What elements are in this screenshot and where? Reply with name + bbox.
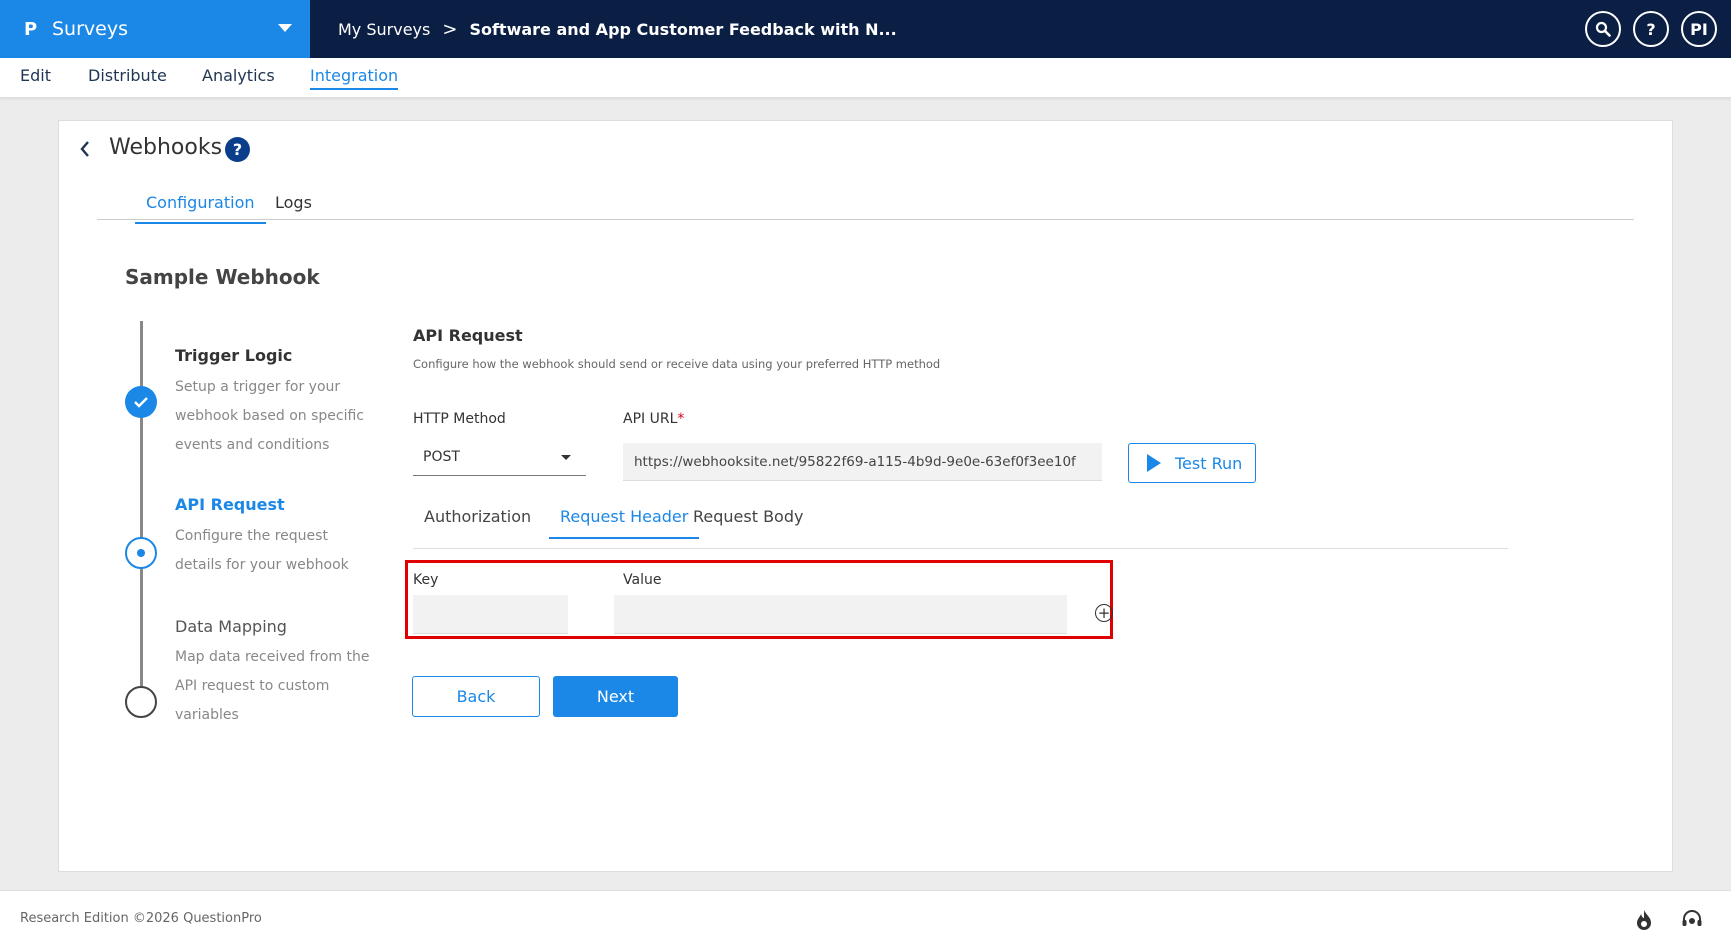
api-url-label: API URL* bbox=[623, 411, 684, 427]
test-run-button[interactable]: Test Run bbox=[1128, 443, 1256, 483]
avatar[interactable]: PI bbox=[1681, 11, 1717, 47]
nav-distribute[interactable]: Distribute bbox=[88, 66, 167, 88]
step-title-data-mapping[interactable]: Data Mapping bbox=[175, 617, 287, 636]
search-icon bbox=[1595, 21, 1611, 37]
back-button[interactable]: Back bbox=[412, 676, 540, 717]
brand-name: Surveys bbox=[52, 18, 128, 40]
key-label: Key bbox=[413, 572, 439, 588]
tab-authorization[interactable]: Authorization bbox=[413, 507, 542, 537]
chevron-right-icon: > bbox=[442, 18, 458, 40]
webhook-tabs: Configuration Logs bbox=[97, 179, 1634, 224]
nav-edit[interactable]: Edit bbox=[20, 66, 51, 88]
api-url-label-text: API URL bbox=[623, 411, 678, 427]
breadcrumb-current-survey: Software and App Customer Feedback with … bbox=[469, 19, 897, 39]
caret-down-icon bbox=[561, 455, 571, 460]
search-button[interactable] bbox=[1585, 11, 1621, 47]
form-subtitle: Configure how the webhook should send or… bbox=[413, 357, 941, 371]
tab-configuration[interactable]: Configuration bbox=[135, 193, 266, 224]
form-title: API Request bbox=[413, 326, 523, 345]
play-icon bbox=[1147, 454, 1161, 472]
required-mark: * bbox=[677, 411, 685, 427]
help-icon[interactable]: ? bbox=[225, 137, 250, 162]
nav-analytics[interactable]: Analytics bbox=[202, 66, 275, 88]
step-pending-icon bbox=[125, 686, 157, 718]
top-bar: P Surveys My Surveys > Software and App … bbox=[0, 0, 1731, 58]
http-method-value: POST bbox=[423, 449, 460, 465]
add-header-plus-icon[interactable]: + bbox=[1095, 604, 1113, 622]
api-url-input[interactable] bbox=[623, 443, 1102, 481]
footer-copyright: Research Edition ©2026 QuestionPro bbox=[20, 911, 262, 926]
footer: Research Edition ©2026 QuestionPro bbox=[0, 890, 1731, 946]
step-done-check-icon bbox=[125, 386, 157, 418]
back-chevron-icon[interactable] bbox=[79, 139, 91, 164]
product-switcher[interactable]: P Surveys bbox=[0, 0, 310, 58]
breadcrumb: My Surveys > Software and App Customer F… bbox=[338, 0, 897, 58]
webhook-name: Sample Webhook bbox=[125, 265, 320, 289]
secondary-nav: Edit Distribute Analytics Integration bbox=[0, 58, 1731, 98]
test-run-label: Test Run bbox=[1175, 453, 1243, 473]
step-title-api-request[interactable]: API Request bbox=[175, 495, 285, 514]
step-desc-data-mapping: Map data received from the API request t… bbox=[175, 649, 370, 723]
help-button[interactable]: ? bbox=[1633, 11, 1669, 47]
step-current-icon bbox=[125, 537, 157, 569]
header-key-input[interactable] bbox=[413, 595, 568, 634]
value-label: Value bbox=[623, 572, 662, 588]
tab-request-body[interactable]: Request Body bbox=[682, 507, 803, 537]
step-desc-trigger-logic: Setup a trigger for your webhook based o… bbox=[175, 379, 365, 453]
webhook-card: Webhooks ? Configuration Logs Sample Web… bbox=[58, 120, 1673, 872]
request-tabs-divider bbox=[413, 548, 1508, 549]
page-title: Webhooks bbox=[109, 135, 223, 160]
http-method-label: HTTP Method bbox=[413, 411, 506, 427]
flame-icon[interactable] bbox=[1633, 909, 1655, 931]
tab-logs[interactable]: Logs bbox=[275, 193, 312, 222]
caret-down-icon bbox=[278, 24, 292, 32]
nav-integration[interactable]: Integration bbox=[310, 66, 399, 90]
breadcrumb-my-surveys[interactable]: My Surveys bbox=[338, 20, 430, 39]
tab-request-header[interactable]: Request Header bbox=[549, 507, 700, 539]
brand-logo: P bbox=[24, 18, 38, 40]
support-headset-icon[interactable] bbox=[1681, 909, 1703, 931]
http-method-select[interactable]: POST bbox=[413, 439, 586, 476]
stepper-line bbox=[140, 321, 143, 711]
header-value-input[interactable] bbox=[614, 595, 1067, 634]
next-button[interactable]: Next bbox=[553, 676, 678, 717]
top-icons: ? PI bbox=[1585, 11, 1717, 47]
step-desc-api-request: Configure the request details for your w… bbox=[175, 528, 349, 573]
step-title-trigger-logic[interactable]: Trigger Logic bbox=[175, 346, 292, 365]
